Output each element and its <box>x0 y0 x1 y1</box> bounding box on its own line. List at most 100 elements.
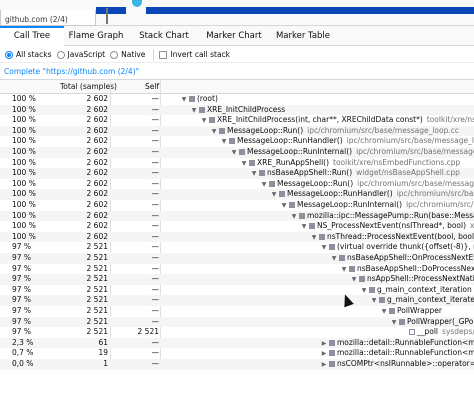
category-swatch-icon <box>279 191 285 198</box>
tree-row[interactable]: 100 % 2 602— ▼ MessageLoop::RunInternal() ip… <box>0 200 474 211</box>
category-swatch-icon <box>369 286 375 293</box>
row-total: 2 602 <box>86 178 108 188</box>
radio-all-stacks[interactable] <box>5 50 13 59</box>
row-self: — <box>151 157 160 167</box>
tab-stack-chart[interactable]: Stack Chart <box>128 26 200 46</box>
tree-row[interactable]: 97 % 2 521— ▼ (virtual override thunk({offs… <box>0 242 474 253</box>
row-percentage: 97 % <box>12 284 32 294</box>
function-name: nsBaseAppShell::Run() <box>267 168 353 178</box>
tree-row[interactable]: 2,3 % 61— ▶ mozilla::detail::RunnableFuncti… <box>0 337 474 349</box>
function-name: XRE_RunAppShell() <box>257 157 330 167</box>
track-label-box[interactable]: github.com (2/4) <box>0 10 96 26</box>
breadcrumb[interactable]: Complete "https://github.com (2/4)" <box>0 64 474 80</box>
tab-marker-chart[interactable]: Marker Chart <box>200 26 268 46</box>
row-self: — <box>151 316 160 326</box>
function-library: ipc/chromium/src/base/message_loop.cc <box>406 200 474 209</box>
row-self: — <box>151 147 160 156</box>
tree-row[interactable]: 100 % 2 602— ▼ XRE_InitChildProcess <box>0 104 474 116</box>
row-total: 2 521 <box>86 295 108 305</box>
tree-row[interactable]: 100 % 2 602— ▼ nsThread::ProcessNextEvent(b… <box>0 231 474 243</box>
function-name: MessageLoop::Run() <box>277 178 354 188</box>
function-name: MessageLoop::RunInternal() <box>247 147 353 156</box>
tree-row[interactable]: 100 % 2 602— ▼ MessageLoop::Run() ipc/chromi… <box>0 179 474 190</box>
category-swatch-icon <box>259 170 265 177</box>
category-swatch-icon <box>219 127 225 134</box>
tree-row[interactable]: 100 % 2 602— ▼ NS_ProcessNextEvent(nsIThrea… <box>0 221 474 232</box>
radio-native[interactable] <box>110 50 119 59</box>
tree-row[interactable]: 100 % 2 602— ▼ nsBaseAppShell::Run() widget/… <box>0 168 474 179</box>
native-label: Native <box>121 50 146 59</box>
category-swatch-icon <box>229 138 235 145</box>
tree-row[interactable]: 97 %2 521—▼nsBaseAppShell::DoProcessNext… <box>0 264 474 275</box>
settings-divider <box>153 48 155 61</box>
tree-row[interactable]: 97 %2 521—▼nsAppShell::ProcessNextNative… <box>0 274 474 285</box>
total-column-header: Total (samples) <box>60 82 117 91</box>
category-swatch-icon <box>379 297 385 304</box>
row-total: 2 602 <box>86 125 108 135</box>
row-total: 2 602 <box>86 94 108 103</box>
tree-row[interactable]: 97 %2 521—▼PollWrapper(_GPollFD*, unsign… <box>0 316 474 328</box>
row-self: — <box>151 221 160 231</box>
row-self: — <box>151 200 160 209</box>
tree-row[interactable]: 97 % 2 521— ▼ nsBaseAppShell::OnProcessNext… <box>0 253 474 264</box>
tree-row[interactable]: 100 % 2 602— ▼ XRE_RunAppShell() toolkit/xre… <box>0 158 474 169</box>
row-self: — <box>151 253 160 262</box>
row-total: 2 602 <box>86 168 108 178</box>
function-name: g_main_context_iterate.constprop.0 <box>387 295 474 305</box>
tab-flame-graph[interactable]: Flame Graph <box>64 26 128 46</box>
row-self: 2 521 <box>137 327 159 337</box>
function-name: nsBaseAppShell::OnProcessNextEvent(nsITh… <box>347 253 474 262</box>
invert-call-stack-label: Invert call stack <box>170 50 231 59</box>
tree-row[interactable]: 100 % 2 602— ▼ (root) <box>0 94 474 105</box>
row-total: 19 <box>98 348 108 358</box>
function-library: xpcom/threads/nsThreadUtils.cpp <box>470 221 474 231</box>
collapsed-triangle-icon[interactable]: ▶ <box>320 360 328 371</box>
tree-row[interactable]: 0,0 % 1 — ▶ nsCOMPtr<nsIRunnable>::operator=… <box>0 359 474 370</box>
activity-graph-segment <box>96 7 126 14</box>
javascript-label: JavaScript <box>67 50 106 59</box>
row-percentage: 97 % <box>12 306 32 315</box>
activity-peak-marker <box>132 0 142 7</box>
tree-row[interactable]: 97 %2 521—▼g_main_context_iterationglib/… <box>0 285 474 296</box>
function-name: MessageLoop::Run() <box>227 125 304 135</box>
category-swatch-icon <box>299 212 305 219</box>
function-library: ipc/chromium/src/base/message_loop.cc <box>357 178 474 188</box>
invert-call-stack-checkbox[interactable] <box>159 50 168 59</box>
row-percentage: 97 % <box>12 274 32 284</box>
row-percentage: 100 % <box>12 147 36 156</box>
row-total: 2 521 <box>86 242 108 252</box>
row-self: — <box>151 94 160 103</box>
function-name: (root) <box>197 94 218 103</box>
tree-row[interactable]: 97 %2 521—▼g_main_context_iterate.constp… <box>0 295 474 306</box>
row-percentage: 100 % <box>12 104 36 114</box>
tree-row[interactable]: 100 % 2 602— ▼ MessageLoop::RunInternal() ip… <box>0 147 474 158</box>
function-name: MessageLoop::RunHandler() <box>287 189 393 199</box>
tree-row[interactable]: 100 % 2 602— ▼ MessageLoop::RunHandler() ipc… <box>0 189 474 200</box>
row-total: 2 602 <box>86 210 108 220</box>
row-self: — <box>151 178 160 188</box>
tree-row[interactable]: 100 % 2 602— ▼ MessageLoop::Run() ipc/chromi… <box>0 125 474 137</box>
function-name: mozilla::ipc::MessagePump::Run(base::Mes… <box>307 210 474 220</box>
thread-track[interactable]: github.com (2/4) <box>0 0 474 26</box>
row-total: 61 <box>98 337 108 347</box>
tree-row[interactable]: 100 % 2 602— ▼ mozilla::ipc::MessagePump::R… <box>0 210 474 222</box>
function-name: nsCOMPtr<nsIRunnable>::operator=(nsIRunn… <box>337 359 474 368</box>
tree-row[interactable]: 97 % 2 521 2 521 __pollsysdeps/unix/sysv/li… <box>0 327 474 338</box>
row-percentage: 97 % <box>12 327 32 337</box>
row-percentage: 97 % <box>12 316 32 326</box>
row-total: 2 602 <box>86 147 108 156</box>
tree-row[interactable]: 97 % 2 521— ▼ PollWrapper <box>0 306 474 317</box>
tree-row[interactable]: 100 % 2 602— ▼ MessageLoop::RunHandler() ipc… <box>0 136 474 147</box>
category-swatch-icon <box>269 180 275 187</box>
row-function: ▶ nsCOMPtr<nsIRunnable>::operator=(nsIRun… <box>164 359 474 371</box>
tree-row[interactable]: 0,7 % 19— ▶ mozilla::detail::RunnableFuncti… <box>0 348 474 359</box>
function-library: sysdeps/unix/sysv/linux/poll.c <box>442 327 474 337</box>
radio-javascript[interactable] <box>56 50 65 59</box>
row-percentage: 100 % <box>12 136 36 146</box>
row-percentage: 100 % <box>12 168 36 178</box>
row-function: __pollsysdeps/unix/sysv/linux/poll.c <box>164 327 474 338</box>
all-stacks-label: All stacks <box>16 50 52 59</box>
tab-call-tree[interactable]: Call Tree <box>0 26 64 46</box>
tree-row[interactable]: 100 % 2 602— ▼ XRE_InitChildProcess(int, ch… <box>0 115 474 126</box>
tab-marker-table[interactable]: Marker Table <box>268 26 338 46</box>
